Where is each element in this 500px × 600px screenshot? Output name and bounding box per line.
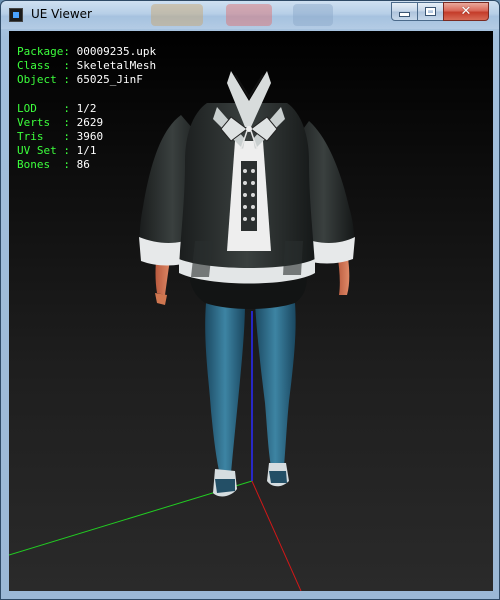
app-window: UE Viewer ✕ Package: 00009235.upk Class … [0, 0, 500, 600]
info-label: Verts : [17, 116, 70, 129]
info-verts: Verts : 2629 [17, 116, 156, 130]
info-label: Tris : [17, 130, 70, 143]
minimize-button[interactable] [391, 2, 418, 21]
maximize-button[interactable] [417, 2, 444, 21]
window-title: UE Viewer [31, 7, 92, 21]
title-glass-decoration [226, 4, 272, 26]
info-value: 65025_JinF [76, 73, 143, 86]
info-value: 1/2 [76, 102, 97, 115]
info-class: Class : SkeletalMesh [17, 59, 156, 73]
axis-gizmo [9, 311, 302, 591]
title-glass-decoration [293, 4, 333, 26]
info-uvset: UV Set : 1/1 [17, 144, 156, 158]
info-label: Package: [17, 45, 70, 58]
mesh-info-overlay: Package: 00009235.upk Class : SkeletalMe… [17, 45, 156, 172]
info-value: SkeletalMesh [76, 59, 157, 72]
character-mesh [139, 71, 355, 497]
info-lod: LOD : 1/2 [17, 102, 156, 116]
info-tris: Tris : 3960 [17, 130, 156, 144]
info-value: 2629 [76, 116, 104, 129]
maximize-icon [425, 7, 436, 16]
info-value: 86 [76, 158, 90, 171]
info-value: 00009235.upk [76, 45, 157, 58]
title-glass-decoration [151, 4, 203, 26]
info-label: LOD : [17, 102, 70, 115]
close-icon: ✕ [460, 4, 472, 19]
3d-viewport[interactable]: Package: 00009235.upk Class : SkeletalMe… [9, 31, 493, 591]
info-label: Object : [17, 73, 70, 86]
info-label: Class : [17, 59, 70, 72]
minimize-icon [399, 12, 410, 17]
info-object: Object : 65025_JinF [17, 73, 156, 87]
close-button[interactable]: ✕ [443, 2, 489, 21]
info-value: 3960 [76, 130, 104, 143]
title-bar[interactable]: UE Viewer ✕ [1, 1, 499, 29]
info-bones: Bones : 86 [17, 158, 156, 172]
info-package: Package: 00009235.upk [17, 45, 156, 59]
info-value: 1/1 [76, 144, 97, 157]
axis-x-line [251, 480, 302, 591]
info-label: Bones : [17, 158, 70, 171]
info-label: UV Set : [17, 144, 70, 157]
app-icon [9, 8, 23, 22]
